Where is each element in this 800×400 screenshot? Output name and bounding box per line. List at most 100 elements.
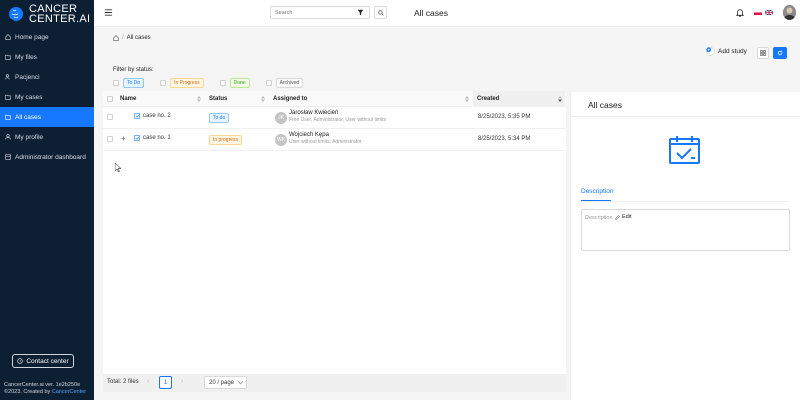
chevron-down-icon <box>238 380 244 384</box>
menu-icon[interactable] <box>104 8 113 17</box>
folder-icon <box>5 54 11 60</box>
logo-text: CANCER CENTER.AI <box>29 3 91 25</box>
case-name-cell[interactable]: case no. 1 <box>134 135 171 141</box>
case-name: case no. 1 <box>143 135 171 141</box>
expand-row-icon[interactable]: + <box>121 134 126 143</box>
prev-page-icon[interactable]: ‹ <box>147 378 149 385</box>
polish-flag-icon[interactable] <box>754 10 762 15</box>
column-header-status[interactable]: Status <box>209 96 227 102</box>
sort-icon[interactable] <box>465 96 469 102</box>
sort-desc-icon[interactable] <box>558 96 562 102</box>
filter-tag-in-progress[interactable]: In Progress <box>170 78 204 88</box>
assignee-name: Wojciech Kępa <box>289 132 329 138</box>
select-all-checkbox[interactable] <box>107 96 113 102</box>
sidebar-item-administrator-dashboard[interactable]: Administrator dashboard <box>0 147 94 167</box>
assignee-avatar: WK <box>275 134 287 146</box>
created-date: 8/25/2023, 5:34 PM <box>478 136 531 142</box>
help-circle-icon: ? <box>17 358 24 364</box>
grid-view-button[interactable] <box>757 47 769 59</box>
home-icon[interactable] <box>113 35 119 41</box>
case-file-icon <box>134 135 140 141</box>
page-number-button[interactable]: 1 <box>159 376 172 389</box>
user-avatar[interactable] <box>783 5 796 20</box>
cases-table: Name Status Assigned to Created case no.… <box>103 91 566 374</box>
breadcrumb-current: All cases <box>126 35 151 41</box>
description-label: Description <box>585 215 613 221</box>
assignee-cell: Jarosław Kwiecień Free User, Administrat… <box>289 110 386 123</box>
calendar-check-icon <box>669 136 700 164</box>
app-logo[interactable]: CANCER CENTER.AI <box>6 3 91 25</box>
sidebar-item-label: My cases <box>15 93 43 101</box>
tab-description[interactable]: Description <box>581 188 614 195</box>
filter-checkbox-todo[interactable] <box>113 80 119 86</box>
next-page-icon[interactable]: › <box>181 378 183 385</box>
sidebar-item-all-cases[interactable]: All cases <box>0 107 94 127</box>
assignee-avatar: JK <box>275 112 287 124</box>
copyright-text: ©2023. Created by CancerCenter <box>4 389 87 395</box>
sidebar-item-pacjenci[interactable]: Pacjenci <box>0 67 94 87</box>
assignee-name: Jarosław Kwiecień <box>289 110 339 116</box>
assignee-roles: Free User, Administrator, User without l… <box>289 117 386 123</box>
table-row[interactable]: + case no. 1 In progress WK Wojciech Kęp… <box>103 129 566 151</box>
sidebar-item-my-files[interactable]: My files <box>0 47 94 67</box>
sidebar-item-label: All cases <box>15 113 42 121</box>
sidebar: CANCER CENTER.AI Home page My files Pacj… <box>0 0 94 400</box>
sort-icon[interactable] <box>261 96 265 102</box>
breadcrumb-separator: / <box>122 35 124 41</box>
copyright-brand-link[interactable]: CancerCenter <box>52 389 86 395</box>
top-bar: All cases <box>94 0 800 27</box>
row-checkbox[interactable] <box>107 114 113 120</box>
search-button[interactable] <box>374 6 387 19</box>
filter-icon[interactable] <box>357 9 364 16</box>
sidebar-item-my-cases[interactable]: My cases <box>0 87 94 107</box>
add-study-icon <box>706 47 715 56</box>
sidebar-item-my-profile[interactable]: My profile <box>0 127 94 147</box>
bell-icon[interactable] <box>736 8 744 17</box>
sidebar-item-label: Home page <box>15 33 49 41</box>
column-header-name[interactable]: Name <box>120 96 136 102</box>
filter-checkbox-archived[interactable] <box>265 80 272 86</box>
filter-checkbox-done[interactable] <box>219 80 226 86</box>
table-row[interactable]: case no. 2 To do JK Jarosław Kwiecień Fr… <box>103 107 566 129</box>
user-icon <box>5 134 11 140</box>
status-filters: To Do In Progress Done Archived <box>113 78 304 88</box>
uk-flag-icon[interactable] <box>765 10 773 15</box>
filter-checkbox-in-progress[interactable] <box>160 80 167 86</box>
case-name: case no. 2 <box>143 113 171 119</box>
column-header-assigned-to[interactable]: Assigned to <box>273 96 307 102</box>
page-size-value: 20 / page <box>209 379 235 386</box>
panel-title: All cases <box>588 100 623 110</box>
dashboard-icon <box>5 154 11 160</box>
filter-label: Filter by status: <box>113 67 154 73</box>
add-study-label: Add study <box>718 48 747 55</box>
filter-tag-todo[interactable]: To Do <box>123 78 145 88</box>
status-badge: To do <box>209 113 230 123</box>
grid-icon <box>760 50 766 56</box>
row-checkbox[interactable] <box>107 136 113 142</box>
search-field[interactable] <box>270 6 370 19</box>
contact-center-button[interactable]: ? Contact center <box>12 354 74 368</box>
page-title: All cases <box>414 8 449 18</box>
refresh-button[interactable] <box>773 47 787 59</box>
search-input[interactable] <box>271 7 349 18</box>
page-size-select[interactable]: 20 / page <box>204 376 247 389</box>
filter-tag-archived[interactable]: Archived <box>275 78 304 88</box>
search-icon <box>377 9 384 16</box>
sidebar-item-label: Pacjenci <box>15 73 40 81</box>
edit-label: Edit <box>622 214 632 220</box>
description-box: Description Edit <box>581 209 790 251</box>
home-icon <box>5 34 11 40</box>
filter-tag-done[interactable]: Done <box>229 78 250 88</box>
user-photo-icon <box>783 5 796 20</box>
add-study-button[interactable]: Add study <box>706 47 747 56</box>
column-header-created[interactable]: Created <box>477 96 499 102</box>
edit-description-button[interactable]: Edit <box>615 214 631 220</box>
brain-logo-icon <box>9 7 23 21</box>
svg-text:?: ? <box>19 360 21 364</box>
case-name-cell[interactable]: case no. 2 <box>134 113 171 119</box>
status-badge: In progress <box>209 135 243 145</box>
refresh-icon <box>777 50 783 56</box>
mouse-cursor-icon <box>115 163 121 172</box>
sort-icon[interactable] <box>197 96 201 102</box>
sidebar-item-home-page[interactable]: Home page <box>0 27 94 47</box>
